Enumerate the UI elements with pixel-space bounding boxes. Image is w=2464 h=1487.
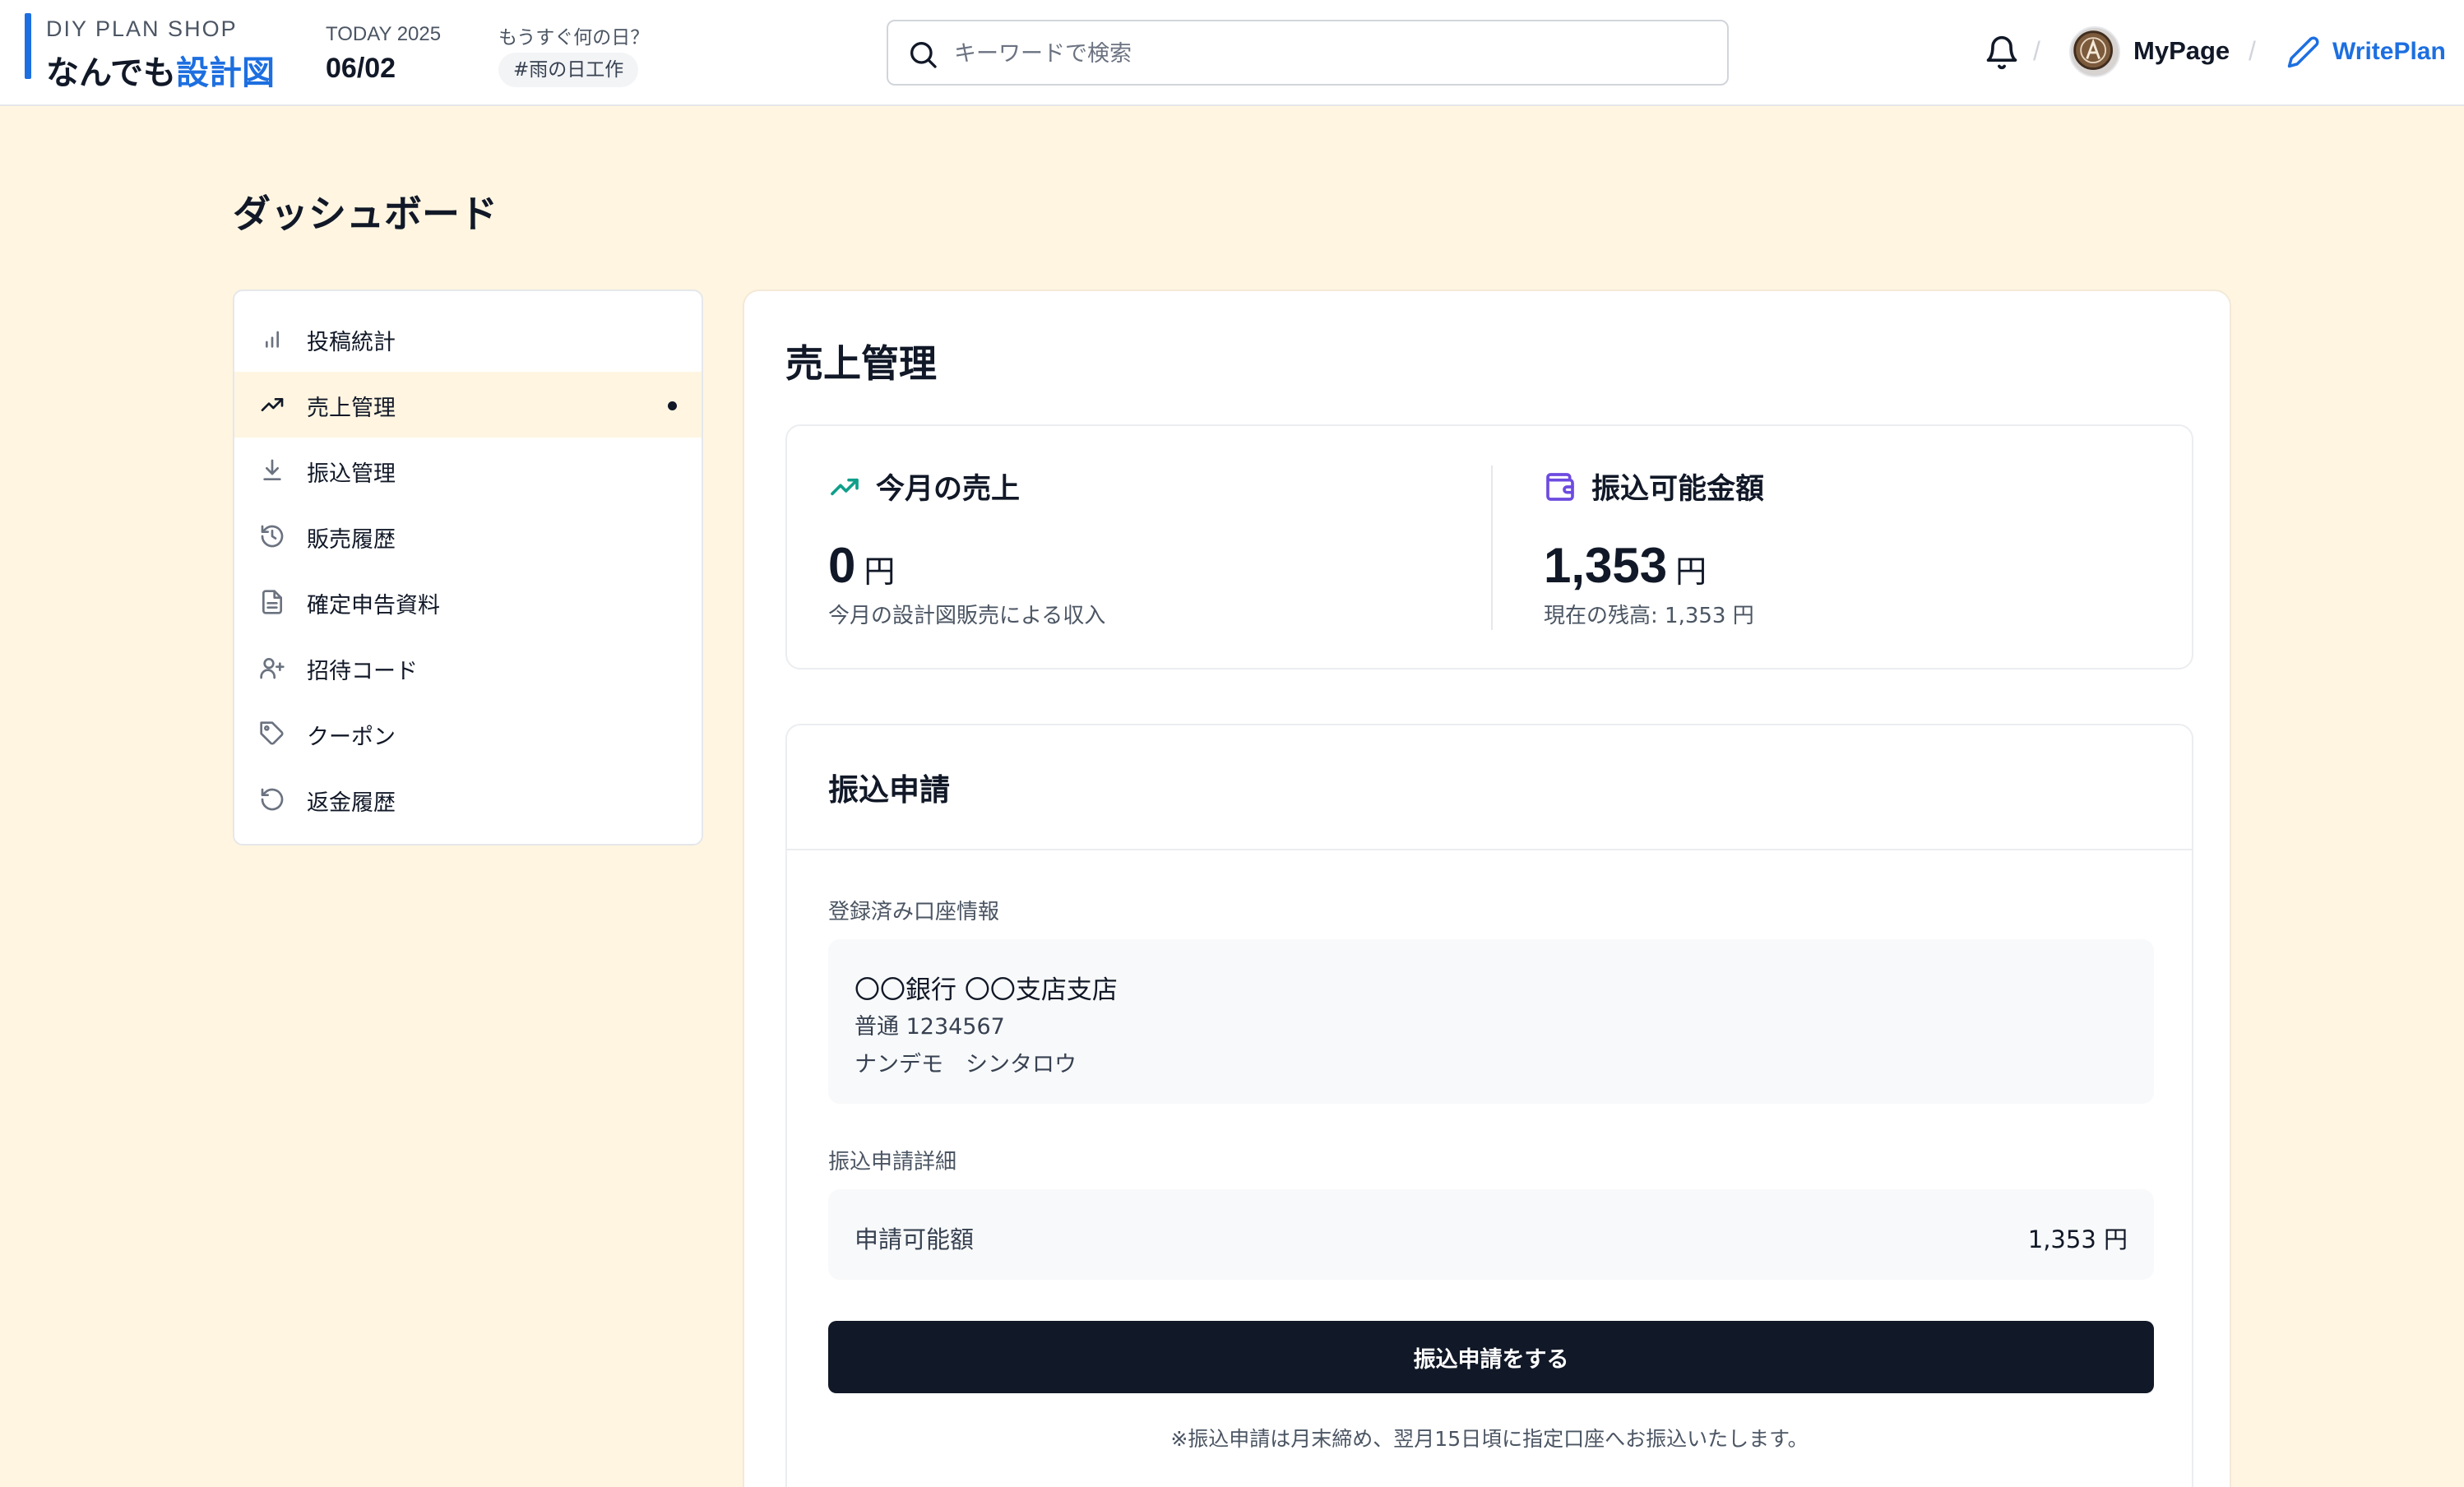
transferable-amount-label: 振込可能金額 (1591, 473, 1765, 506)
pencil-icon[interactable] (2286, 35, 2321, 69)
top-header: DIY PLAN SHOP なんでも設計図 TODAY 2025 06/02 も… (0, 0, 2464, 106)
user-plus-icon (260, 658, 285, 679)
sales-management-panel: 売上管理 今月の売上 0円 今月の設計図販売による収入 振込可能金額 1,353… (743, 290, 2231, 1487)
sidebar-item-label: 振込管理 (307, 461, 396, 487)
sidebar-item-refund-history[interactable]: 返金履歴 (234, 767, 702, 832)
monthly-sales-label: 今月の売上 (876, 473, 1021, 506)
transfer-schedule-note: ※振込申請は月末締め、翌月15日頃に指定口座へお振込いたします。 (1170, 1427, 1809, 1451)
active-indicator-dot (668, 401, 677, 410)
sidebar-item-label: 返金履歴 (307, 790, 396, 816)
transfer-detail-label: 振込申請詳細 (828, 1150, 957, 1174)
history-icon (261, 525, 284, 548)
trending-up-icon (831, 478, 859, 495)
current-balance-note: 現在の残高: 1,353 円 (1544, 604, 1754, 628)
section-title: 売上管理 (785, 341, 937, 386)
registered-account-label: 登録済み口座情報 (828, 900, 1000, 924)
account-holder: ナンデモ シンタロウ (855, 1052, 1077, 1077)
monthly-sales-note: 今月の設計図販売による収入 (828, 604, 1106, 628)
trending-up-icon (261, 398, 284, 411)
account-number: 普通 1234567 (855, 1014, 1005, 1040)
download-icon (263, 459, 281, 480)
transfer-request-card: 振込申請 登録済み口座情報 〇〇銀行 〇〇支店支店 普通 1234567 ナンデ… (785, 724, 2193, 1487)
notification-bell-icon[interactable] (1984, 35, 2020, 71)
today-label: TODAY 2025 (326, 23, 442, 45)
document-icon (262, 590, 282, 614)
bar-chart-icon (266, 331, 279, 348)
avatar[interactable] (2069, 26, 2120, 77)
currency-unit: 円 (1675, 554, 1707, 590)
sidebar-item-invite-code[interactable]: 招待コード (234, 635, 702, 701)
transfer-request-title: 振込申請 (828, 772, 950, 808)
transferable-amount-stat: 振込可能金額 1,353 円 現在の残高: 1,353 円 (1544, 466, 1764, 629)
sidebar-item-coupon[interactable]: クーポン (234, 701, 702, 767)
transferable-amount-value: 1,353 (1544, 538, 1668, 593)
mypage-link[interactable]: MyPage (2133, 36, 2230, 66)
sidebar-item-label: 確定申告資料 (307, 593, 440, 618)
sidebar-item-label: 売上管理 (307, 396, 396, 421)
avatar-image-icon (2073, 30, 2113, 70)
sales-stats-card: 今月の売上 0円 今月の設計図販売による収入 振込可能金額 1,353 円 現在の… (785, 424, 2193, 669)
monthly-sales-stat: 今月の売上 0円 今月の設計図販売による収入 (828, 466, 1105, 629)
sidebar-item-sales-history[interactable]: 販売履歴 (234, 503, 702, 569)
brand-accent-bar (25, 13, 31, 79)
page-title: ダッシュボード (233, 192, 498, 236)
sidebar-item-sales[interactable]: 売上管理 (234, 372, 702, 438)
available-amount-label: 申請可能額 (855, 1225, 975, 1253)
submit-transfer-button[interactable]: 振込申請をする (828, 1321, 2154, 1393)
bank-name: 〇〇銀行 〇〇支店支店 (855, 975, 1118, 1005)
brand-name-accent: 設計図 (176, 54, 275, 92)
sidebar-item-post-stats[interactable]: 投稿統計 (234, 306, 702, 372)
wallet-icon (1546, 472, 1574, 501)
brand-subtitle: DIY PLAN SHOP (46, 16, 238, 41)
header-separator: / (2249, 36, 2256, 66)
writeplan-link[interactable]: WritePlan (2332, 38, 2446, 66)
today-date: 06/02 (326, 53, 396, 84)
search-input[interactable] (954, 31, 1694, 76)
sidebar-item-label: 販売履歴 (307, 527, 396, 553)
sidebar-item-label: 招待コード (307, 659, 418, 684)
upcoming-day-label: もうすぐ何の日？ (498, 27, 650, 49)
stats-divider (1491, 466, 1493, 630)
header-separator: / (2033, 36, 2040, 66)
undo-icon (261, 788, 284, 811)
search-icon (910, 42, 937, 68)
sidebar-item-label: 投稿統計 (307, 330, 396, 355)
upcoming-day-tag[interactable]: #雨の日工作 (498, 53, 639, 87)
brand-name-prefix: なんでも (46, 54, 176, 92)
sidebar-item-label: クーポン (307, 725, 396, 750)
tag-icon (260, 721, 284, 745)
brand-logo-link[interactable]: なんでも設計図 (46, 46, 275, 94)
search-box[interactable] (887, 20, 1729, 86)
monthly-sales-value: 0 (828, 538, 856, 593)
divider (787, 849, 2192, 850)
sidebar-item-tax-documents[interactable]: 確定申告資料 (234, 569, 702, 635)
bank-account-info: 〇〇銀行 〇〇支店支店 普通 1234567 ナンデモ シンタロウ (828, 939, 2154, 1104)
dashboard-sidebar: 投稿統計 売上管理 振込管理 販売履歴 確定申告資料 招待コード クーポン 返金… (233, 290, 703, 845)
currency-unit: 円 (864, 554, 896, 590)
available-amount-value: 1,353 円 (2027, 1225, 2128, 1253)
sidebar-item-transfer[interactable]: 振込管理 (234, 438, 702, 503)
available-amount-row: 申請可能額 1,353 円 (828, 1189, 2154, 1280)
